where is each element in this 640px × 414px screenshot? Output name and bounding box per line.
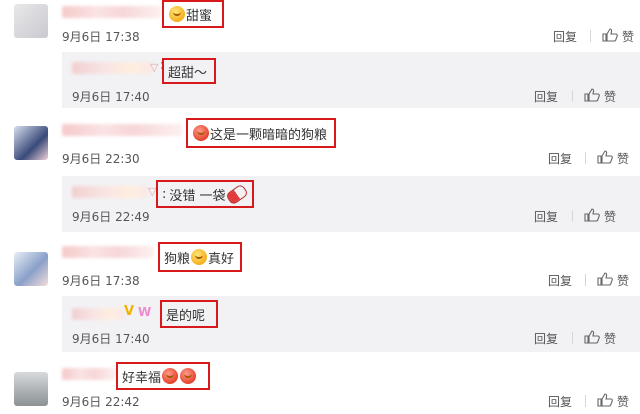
comment-text-box: 甜蜜 [162, 0, 224, 28]
avatar[interactable] [14, 4, 48, 38]
emoji-icon [162, 368, 179, 384]
reply-block: V W 是的呢 9月6日 17:40 回复 赞 [62, 296, 640, 352]
like-button[interactable]: 赞 [604, 330, 616, 347]
comment-text-box: 好幸福 [116, 362, 210, 390]
username-blurred[interactable] [62, 6, 162, 18]
divider [585, 152, 586, 164]
reply-button[interactable]: 回复 [548, 150, 572, 167]
pill-icon [224, 182, 249, 206]
username-blurred[interactable] [62, 368, 116, 380]
username-blurred[interactable] [62, 124, 182, 136]
like-button[interactable]: 赞 [617, 393, 629, 410]
comment-time: 9月6日 17:38 [62, 274, 140, 288]
thumbs-up-icon[interactable] [602, 28, 618, 42]
like-button[interactable]: 赞 [604, 208, 616, 225]
divider [572, 332, 573, 344]
reply-block: ▽ : 超甜～ 9月6日 17:40 回复 赞 [62, 52, 640, 108]
comment-row: 狗粮 真好 9月6日 17:38 回复 赞 [0, 240, 640, 292]
divider [572, 210, 573, 222]
thumbs-up-icon[interactable] [584, 208, 600, 222]
thumbs-up-icon[interactable] [597, 272, 613, 286]
comment-text: 这是一颗暗暗的狗粮 [210, 127, 328, 143]
comment-text-box: 这是一颗暗暗的狗粮 [186, 118, 336, 148]
membership-icon: W [138, 305, 152, 319]
reply-text: 是的呢 [166, 308, 206, 324]
reply-button[interactable]: 回复 [548, 393, 572, 410]
reply-time: 9月6日 17:40 [72, 332, 150, 346]
comment-text: 好幸福 [122, 370, 162, 386]
reply-colon: : [162, 186, 167, 202]
comment-time: 9月6日 17:38 [62, 30, 140, 44]
avatar[interactable] [14, 252, 48, 286]
comment-row: 甜蜜 9月6日 17:38 回复 赞 [0, 0, 640, 48]
emoji-icon [191, 249, 208, 265]
comment-time: 9月6日 22:30 [62, 152, 140, 166]
username-blurred[interactable] [72, 308, 124, 320]
avatar[interactable] [14, 126, 48, 160]
comment-time: 9月6日 22:42 [62, 395, 140, 409]
reply-text-box: 是的呢 [160, 300, 218, 328]
user-tag-icon: ▽ [150, 61, 159, 74]
reply-text: 没错 一袋 [169, 188, 226, 204]
comment-text-box: 狗粮 真好 [158, 242, 242, 272]
reply-button[interactable]: 回复 [548, 272, 572, 289]
thumbs-up-icon[interactable] [584, 330, 600, 344]
divider [585, 274, 586, 286]
emoji-icon [180, 368, 197, 384]
reply-button[interactable]: 回复 [534, 208, 558, 225]
username-blurred[interactable] [62, 246, 154, 258]
reply-text-box: 超甜～ [162, 58, 216, 84]
emoji-icon [193, 125, 209, 141]
like-button[interactable]: 赞 [617, 150, 629, 167]
reply-text: 超甜～ [168, 65, 208, 81]
reply-button[interactable]: 回复 [534, 330, 558, 347]
reply-time: 9月6日 17:40 [72, 90, 150, 104]
like-button[interactable]: 赞 [604, 88, 616, 105]
thumbs-up-icon[interactable] [584, 88, 600, 102]
thumbs-up-icon[interactable] [597, 393, 613, 407]
verified-icon: V [124, 304, 135, 319]
divider [590, 30, 591, 42]
comment-text-part2: 真好 [208, 251, 235, 267]
comment-row: 好幸福 9月6日 22:42 回复 赞 [0, 360, 640, 414]
divider [572, 90, 573, 102]
reply-block: ▽ : 没错 一袋 9月6日 22:49 回复 赞 [62, 176, 640, 232]
comment-row: 这是一颗暗暗的狗粮 9月6日 22:30 回复 赞 [0, 116, 640, 172]
reply-text-box: : 没错 一袋 [156, 180, 254, 208]
like-button[interactable]: 赞 [617, 272, 629, 289]
reply-button[interactable]: 回复 [553, 28, 577, 45]
reply-time: 9月6日 22:49 [72, 210, 150, 224]
thumbs-up-icon[interactable] [597, 150, 613, 164]
like-button[interactable]: 赞 [622, 28, 634, 45]
avatar[interactable] [14, 372, 48, 406]
emoji-icon [169, 6, 185, 22]
username-blurred[interactable] [72, 62, 152, 74]
reply-button[interactable]: 回复 [534, 88, 558, 105]
comment-text: 甜蜜 [186, 8, 213, 24]
username-blurred[interactable] [72, 186, 148, 198]
divider [585, 395, 586, 407]
comment-text-part1: 狗粮 [164, 251, 191, 267]
